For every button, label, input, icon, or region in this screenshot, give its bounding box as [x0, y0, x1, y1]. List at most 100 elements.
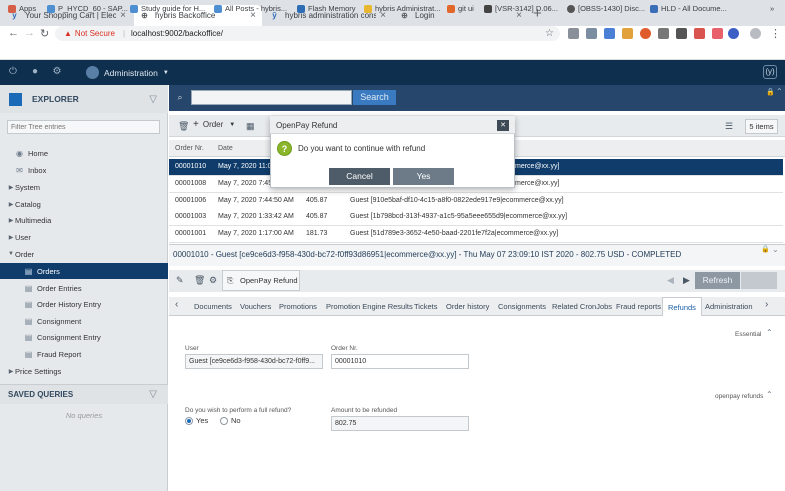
chevron-right-icon[interactable]: › — [765, 299, 768, 310]
extension-icon[interactable] — [694, 28, 705, 39]
delete-icon[interactable]: 🗑 — [178, 121, 189, 132]
bookmarks-overflow[interactable]: » — [770, 4, 774, 13]
dialog-title: OpenPay Refund — [276, 121, 338, 130]
bookmark-item[interactable]: HLD - All Docume... — [650, 4, 727, 13]
bookmark-apps[interactable]: Apps — [8, 4, 36, 13]
create-order-dropdown[interactable]: + Order ▼ — [193, 119, 235, 130]
refresh-button[interactable]: Refresh — [695, 272, 740, 289]
order-nr-field[interactable]: 00001010 — [331, 354, 469, 369]
table-row[interactable]: 00001003 May 7, 2020 1:33:42 AM 405.87 G… — [169, 209, 783, 226]
column-header-date[interactable]: Date — [218, 145, 233, 152]
user-icon[interactable]: ● — [29, 66, 41, 78]
full-refund-yes-radio[interactable]: Yes — [185, 416, 208, 425]
search-button[interactable]: Search — [353, 90, 396, 105]
tab-documents[interactable]: Documents — [194, 297, 232, 316]
extension-icon[interactable] — [728, 28, 739, 39]
next-icon[interactable]: ▶ — [683, 275, 690, 286]
tab-vouchers[interactable]: Vouchers — [240, 297, 271, 316]
delete-icon[interactable]: 🗑 — [194, 275, 205, 286]
globe-icon — [567, 4, 575, 13]
tab-refunds[interactable]: Refunds — [662, 297, 702, 316]
full-refund-no-radio[interactable]: No — [220, 416, 241, 425]
filter-icon[interactable]: ▽ — [149, 94, 157, 105]
sidebar-item-consignment-entry[interactable]: ▤ Consignment Entry — [0, 329, 168, 345]
filter-icon[interactable]: ▽ — [149, 389, 157, 400]
tab-promotion-engine-results[interactable]: Promotion Engine Results — [326, 297, 413, 316]
actions-icon[interactable]: ⚙ — [209, 275, 217, 286]
tab-related-cronjobs[interactable]: Related CronJobs — [552, 297, 612, 316]
bookmark-item[interactable]: Flash Memory — [297, 4, 356, 13]
collapse-section-icon[interactable]: ⌃ — [766, 328, 773, 337]
tab-administration[interactable]: Administration — [705, 297, 753, 316]
user-field[interactable]: Guest [ce9ce6d3-f958-430d-bc72-f0ff9... — [185, 354, 323, 369]
collapse-icon[interactable]: ⌄ — [772, 245, 779, 254]
tab-order-history[interactable]: Order history — [446, 297, 489, 316]
previous-icon[interactable]: ◀ — [667, 275, 674, 286]
column-header-order-nr[interactable]: Order Nr. — [175, 145, 204, 152]
address-bar[interactable]: ▲ Not Secure | localhost:9002/backoffice… — [55, 26, 560, 41]
collapse-section-icon[interactable]: ⌃ — [766, 390, 773, 399]
bookmark-item[interactable]: All Posts - hybris... — [214, 4, 287, 13]
sidebar-item-price-settings[interactable]: ▶ Price Settings — [0, 363, 168, 379]
save-button[interactable] — [741, 272, 777, 289]
sidebar-item-user[interactable]: ▶ User — [0, 229, 168, 245]
bookmark-item[interactable]: [OBSS-1430] Disc... — [567, 4, 645, 13]
bookmark-item[interactable]: git ui — [447, 4, 474, 13]
openpay-refund-button[interactable]: ⎘ OpenPay Refund — [222, 270, 300, 291]
home-icon: ◉ — [16, 148, 23, 158]
yes-button[interactable]: Yes — [393, 168, 454, 185]
tab-promotions[interactable]: Promotions — [279, 297, 317, 316]
back-arrow-icon[interactable]: ← — [8, 27, 19, 39]
comment-icon[interactable]: ✎ — [176, 275, 184, 286]
avatar[interactable] — [750, 28, 761, 39]
lock-icon[interactable]: 🔒 — [761, 245, 770, 253]
sidebar-item-order[interactable]: ▼ Order — [0, 246, 168, 262]
reload-icon[interactable]: ↻ — [40, 27, 49, 40]
sidebar-item-home[interactable]: ◉ Home — [0, 145, 168, 161]
extension-icon[interactable] — [640, 28, 651, 39]
tab-tickets[interactable]: Tickets — [414, 297, 437, 316]
extension-icon[interactable] — [676, 28, 687, 39]
table-row[interactable]: 00001006 May 7, 2020 7:44:50 AM 405.87 G… — [169, 193, 783, 210]
star-icon[interactable]: ☆ — [545, 28, 554, 39]
saved-queries-title: SAVED QUERIES — [8, 390, 74, 399]
power-icon[interactable]: ⏻ — [7, 66, 19, 78]
close-icon[interactable]: ✕ — [497, 120, 509, 131]
extension-icon[interactable] — [712, 28, 723, 39]
sidebar-item-orders[interactable]: ▤ Orders — [0, 263, 168, 279]
sidebar-item-order-history-entry[interactable]: ▤ Order History Entry — [0, 296, 168, 312]
search-input[interactable] — [191, 90, 352, 105]
translate-icon[interactable] — [604, 28, 615, 39]
forward-arrow-icon[interactable]: → — [24, 27, 35, 39]
cancel-button[interactable]: Cancel — [329, 168, 390, 185]
bookmark-item[interactable]: hybris Administrat... — [364, 4, 440, 13]
sidebar-item-system[interactable]: ▶ System — [0, 179, 168, 195]
bookmark-item[interactable]: P_HYCD_60 - SAP... — [47, 4, 128, 13]
sidebar-item-catalog[interactable]: ▶ Catalog — [0, 196, 168, 212]
export-icon[interactable]: ▦ — [246, 121, 255, 132]
bookmark-item[interactable]: Study guide for H... — [130, 4, 205, 13]
table-row[interactable]: 00001001 May 7, 2020 1:17:00 AM 181.73 G… — [169, 226, 783, 243]
extension-icon[interactable] — [622, 28, 633, 39]
chevron-left-icon[interactable]: ‹ — [175, 299, 178, 310]
tab-consignments[interactable]: Consignments — [498, 297, 546, 316]
amount-field[interactable]: 802.75 — [331, 416, 469, 431]
settings-icon[interactable]: ⚙ — [51, 66, 63, 78]
sidebar-item-inbox[interactable]: ✉ Inbox — [0, 162, 168, 178]
kebab-menu-icon[interactable]: ⋮ — [770, 27, 781, 40]
tab-fraud-reports[interactable]: Fraud reports — [616, 297, 661, 316]
lock-icon[interactable]: 🔒 — [766, 88, 775, 96]
perspective-selector[interactable]: Administration ▼ — [86, 66, 169, 79]
collapse-icon[interactable]: ⌃ — [776, 87, 783, 96]
extension-icon[interactable] — [568, 28, 579, 39]
sidebar-item-multimedia[interactable]: ▶ Multimedia — [0, 212, 168, 228]
tree-filter-input[interactable] — [7, 120, 160, 134]
extension-icon[interactable] — [586, 28, 597, 39]
sidebar-item-fraud-report[interactable]: ▤ Fraud Report — [0, 346, 168, 362]
advanced-search-icon[interactable]: ⌕ — [173, 90, 187, 104]
bookmark-item[interactable]: [VSR-3142] D.06... — [484, 4, 558, 13]
list-view-icon[interactable]: ☰ — [725, 121, 733, 132]
sidebar-item-consignment[interactable]: ▤ Consignment — [0, 313, 168, 329]
sidebar-item-order-entries[interactable]: ▤ Order Entries — [0, 280, 168, 296]
extension-icon[interactable] — [658, 28, 669, 39]
